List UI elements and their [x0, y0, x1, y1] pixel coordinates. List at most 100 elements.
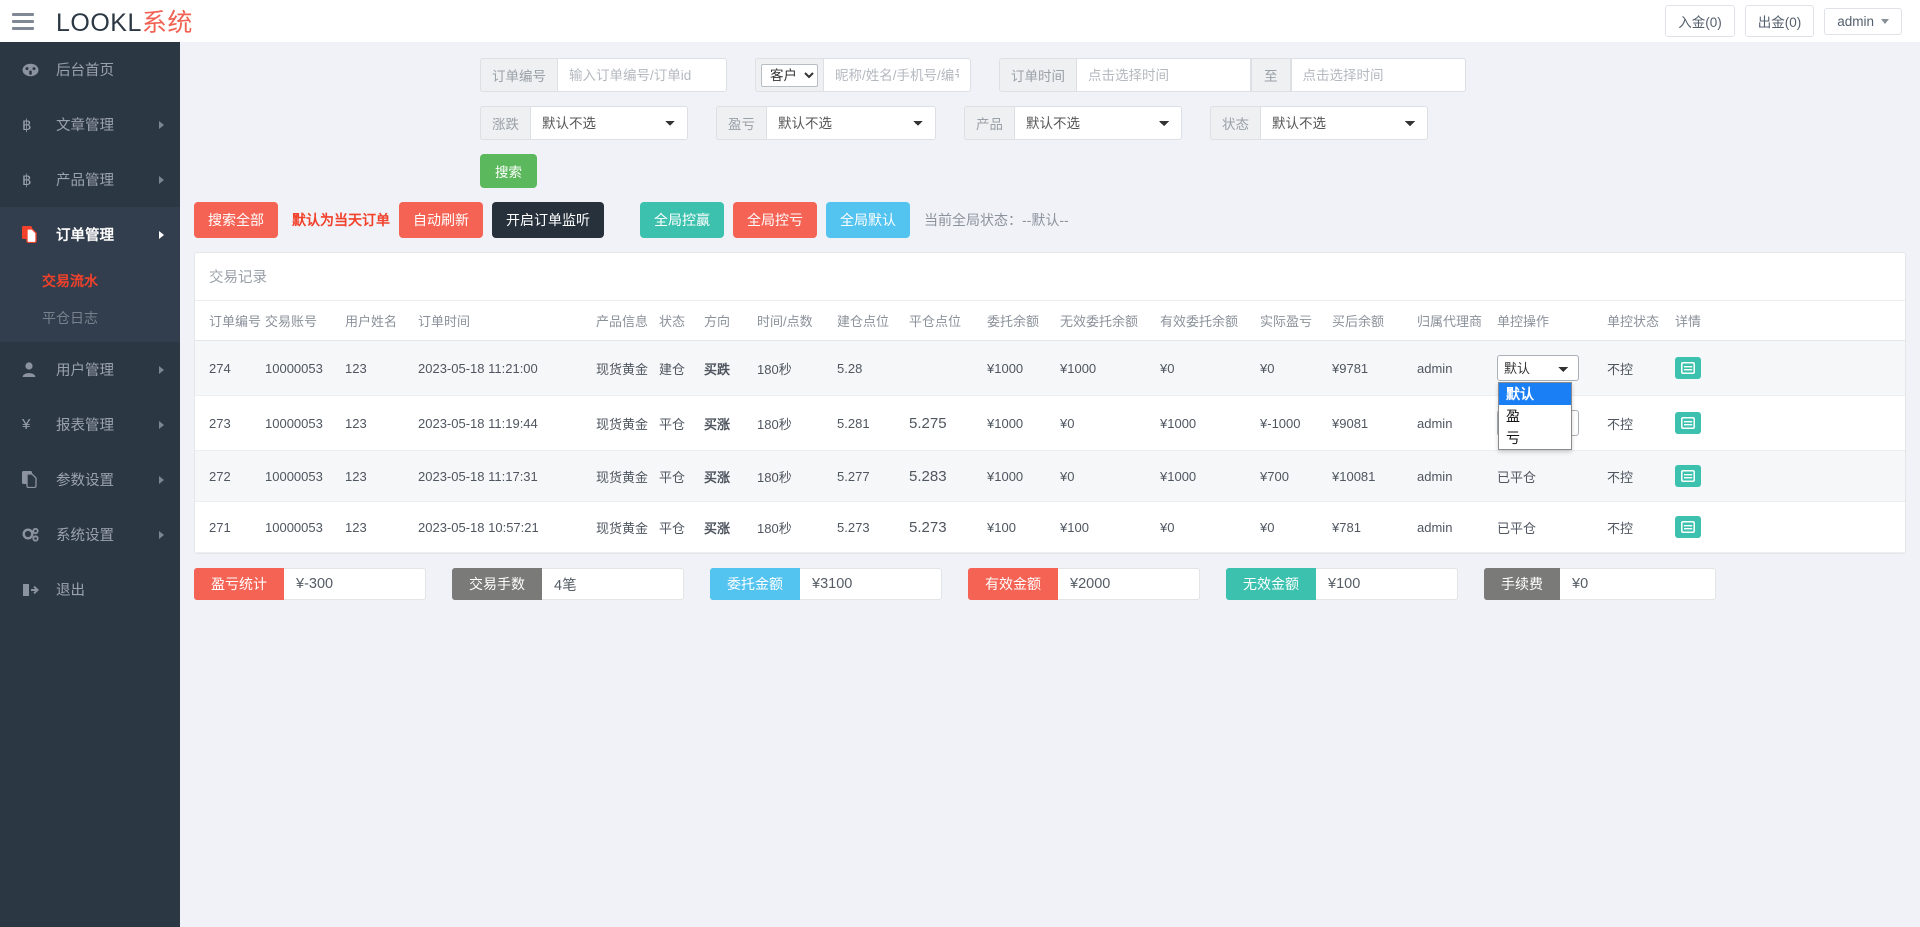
status-select[interactable]: 默认不选: [1260, 106, 1428, 140]
table-row[interactable]: 271 10000053 123 2023-05-18 10:57:21 现货黄…: [195, 502, 1905, 553]
deposit-button[interactable]: 入金(0): [1665, 5, 1735, 37]
cell-direction: 买涨: [704, 396, 757, 451]
cell-duration: 180秒: [757, 502, 837, 553]
sidebar-item-dashboard[interactable]: 后台首页: [0, 42, 180, 97]
summary-label: 委托金额: [710, 568, 800, 600]
cell-status: 平仓: [659, 396, 704, 451]
filter-row-1: 订单编号 客户 订单时间 至: [180, 58, 1920, 92]
cell-open-point: 5.281: [837, 396, 909, 451]
sidebar-item-closing-log[interactable]: 平仓日志: [0, 299, 180, 336]
summary-fee: 手续费 ¥0: [1484, 568, 1716, 600]
ctrl-option-default[interactable]: 默认: [1499, 383, 1571, 405]
cell-status: 建仓: [659, 341, 704, 396]
global-default-button[interactable]: 全局默认: [826, 202, 910, 238]
ctrl-select-dropdown[interactable]: 默认 盈 亏: [1498, 382, 1572, 450]
cell-close-point: [909, 341, 987, 396]
cell-detail[interactable]: [1675, 502, 1905, 553]
customer-filter: 客户: [755, 58, 971, 92]
cell-order-time: 2023-05-18 11:19:44: [418, 396, 596, 451]
sidebar-item-orders[interactable]: 订单管理: [0, 207, 180, 262]
profit-loss-label: 盈亏: [716, 106, 766, 140]
sidebar-group-articles: ฿ 文章管理: [0, 97, 180, 152]
col-duration: 时间/点数: [757, 301, 837, 341]
start-monitor-button[interactable]: 开启订单监听: [492, 202, 604, 238]
customer-type-select[interactable]: 客户: [761, 64, 818, 87]
cell-ctrl-action[interactable]: 默认 默认 盈 亏: [1497, 341, 1607, 396]
sidebar-item-reports[interactable]: ¥ 报表管理: [0, 397, 180, 452]
chevron-right-icon: [159, 121, 164, 129]
cell-agent: admin: [1417, 451, 1497, 502]
table-detail-icon[interactable]: [1675, 412, 1701, 434]
table-detail-icon[interactable]: [1675, 465, 1701, 487]
customer-type-addon: 客户: [755, 58, 823, 92]
sidebar-item-users[interactable]: 用户管理: [0, 342, 180, 397]
order-no-input[interactable]: [557, 58, 727, 92]
sidebar-item-label: 退出: [56, 579, 164, 600]
search-button[interactable]: 搜索: [480, 154, 537, 188]
cell-actual-pl: ¥0: [1260, 502, 1332, 553]
global-win-button[interactable]: 全局控赢: [640, 202, 724, 238]
files-icon: [22, 471, 46, 488]
cell-order-no: 272: [195, 451, 265, 502]
ctrl-option-win[interactable]: 盈: [1499, 405, 1571, 427]
sidebar-item-system[interactable]: 系统设置: [0, 507, 180, 562]
filter-panel: 订单编号 客户 订单时间 至 涨跌: [180, 42, 1920, 188]
profit-loss-select[interactable]: 默认不选: [766, 106, 936, 140]
cell-detail[interactable]: [1675, 396, 1905, 451]
brand-logo[interactable]: LOOKL系统: [56, 3, 193, 39]
global-loss-button[interactable]: 全局控亏: [733, 202, 817, 238]
cell-account: 10000053: [265, 502, 345, 553]
table-detail-icon[interactable]: [1675, 516, 1701, 538]
product-filter: 产品 默认不选: [964, 106, 1182, 140]
sidebar-item-transaction-flow[interactable]: 交易流水: [0, 262, 180, 299]
cell-detail[interactable]: [1675, 451, 1905, 502]
cell-user-name: 123: [345, 502, 418, 553]
summary-value: ¥3100: [800, 568, 942, 600]
yen-icon: ¥: [22, 416, 46, 433]
ctrl-select[interactable]: 默认: [1497, 355, 1579, 381]
cell-duration: 180秒: [757, 341, 837, 396]
hamburger-icon[interactable]: [12, 0, 38, 42]
withdraw-button[interactable]: 出金(0): [1745, 5, 1815, 37]
cell-user-name: 123: [345, 451, 418, 502]
sidebar-item-logout[interactable]: 退出: [0, 562, 180, 617]
sidebar-item-label: 报表管理: [56, 414, 153, 435]
sidebar-item-label: 产品管理: [56, 169, 153, 190]
sidebar-group-orders: 订单管理 交易流水 平仓日志: [0, 207, 180, 342]
col-entrust-balance: 委托余额: [987, 301, 1060, 341]
auto-refresh-button[interactable]: 自动刷新: [399, 202, 483, 238]
cell-actual-pl: ¥700: [1260, 451, 1332, 502]
sidebar-item-label: 参数设置: [56, 469, 153, 490]
cell-detail[interactable]: [1675, 341, 1905, 396]
sidebar-item-products[interactable]: ฿ 产品管理: [0, 152, 180, 207]
sidebar-item-params[interactable]: 参数设置: [0, 452, 180, 507]
table-title: 交易记录: [195, 253, 1905, 301]
cell-ctrl-status: 不控: [1607, 502, 1675, 553]
product-select[interactable]: 默认不选: [1014, 106, 1182, 140]
cell-close-point: 5.283: [909, 451, 987, 502]
table-header-row: 订单编号 交易账号 用户姓名 订单时间 产品信息 状态 方向 时间/点数 建仓点…: [195, 301, 1905, 341]
order-time-end-input[interactable]: [1291, 58, 1466, 92]
cell-account: 10000053: [265, 451, 345, 502]
cell-user-name: 123: [345, 396, 418, 451]
table-row[interactable]: 272 10000053 123 2023-05-18 11:17:31 现货黄…: [195, 451, 1905, 502]
col-order-no: 订单编号: [195, 301, 265, 341]
table-detail-icon[interactable]: [1675, 357, 1701, 379]
col-ctrl-action: 单控操作: [1497, 301, 1607, 341]
sidebar-item-articles[interactable]: ฿ 文章管理: [0, 97, 180, 152]
user-menu-button[interactable]: admin: [1824, 8, 1902, 35]
rise-fall-filter: 涨跌 默认不选: [480, 106, 688, 140]
order-time-start-input[interactable]: [1076, 58, 1251, 92]
chevron-right-icon: [159, 531, 164, 539]
cell-close-point: 5.273: [909, 502, 987, 553]
cell-product: 现货黄金: [596, 396, 659, 451]
col-open-point: 建仓点位: [837, 301, 909, 341]
global-status-text: 当前全局状态：--默认--: [924, 210, 1069, 230]
table-row[interactable]: 274 10000053 123 2023-05-18 11:21:00 现货黄…: [195, 341, 1905, 396]
customer-keyword-input[interactable]: [823, 58, 971, 92]
cell-open-point: 5.273: [837, 502, 909, 553]
ctrl-option-loss[interactable]: 亏: [1499, 427, 1571, 449]
rise-fall-select[interactable]: 默认不选: [530, 106, 688, 140]
search-all-button[interactable]: 搜索全部: [194, 202, 278, 238]
table-row[interactable]: 273 10000053 123 2023-05-18 11:19:44 现货黄…: [195, 396, 1905, 451]
